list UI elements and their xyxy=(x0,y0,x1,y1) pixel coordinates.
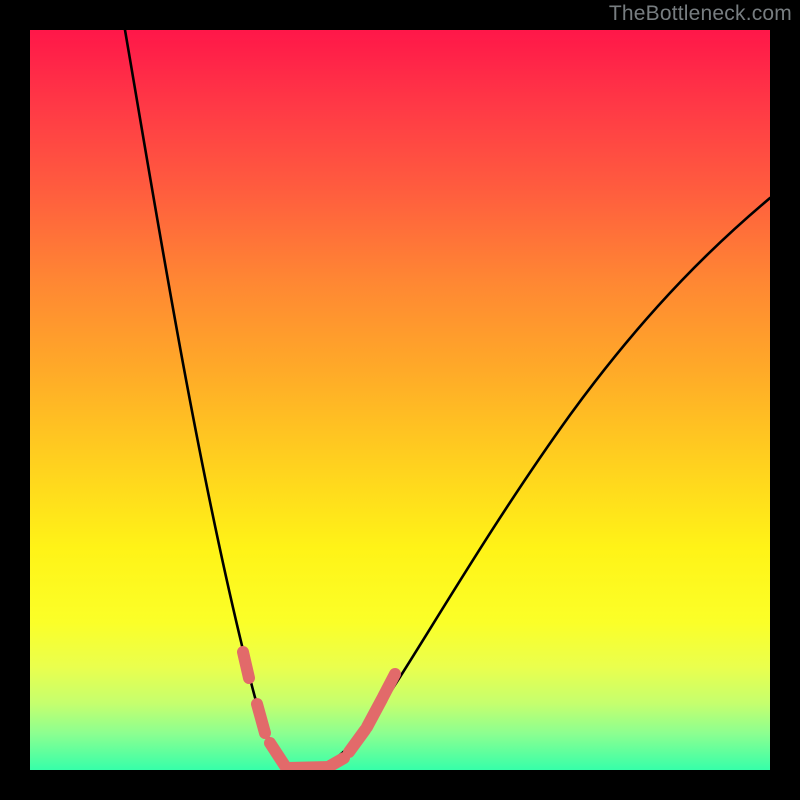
watermark-text: TheBottleneck.com xyxy=(609,2,792,26)
plot-area xyxy=(30,30,770,770)
bottleneck-curve xyxy=(125,30,770,770)
curve-svg xyxy=(30,30,770,770)
highlight-markers xyxy=(243,652,395,768)
chart-frame: TheBottleneck.com xyxy=(0,0,800,800)
